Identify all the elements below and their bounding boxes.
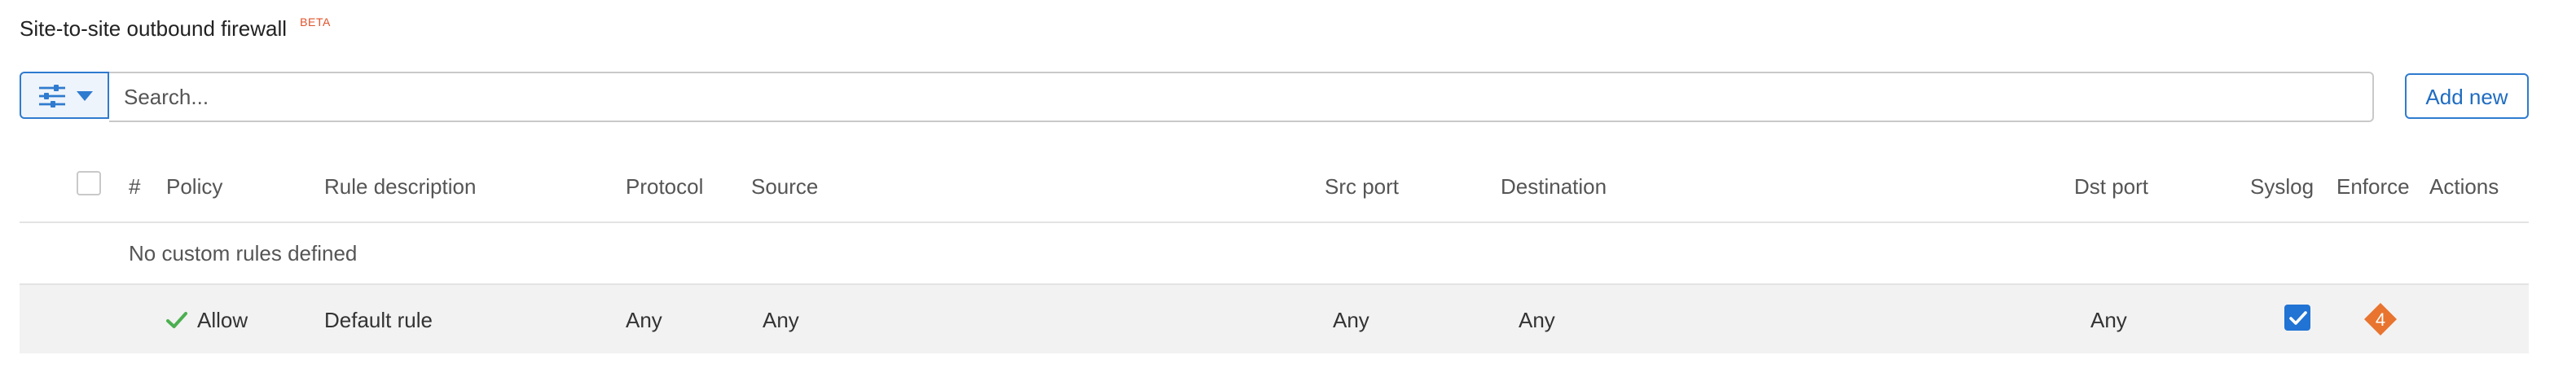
rules-table: # Policy Rule description Protocol Sourc… [20,156,2529,353]
enforce-count: 4 [2376,309,2385,330]
page-title: Site-to-site outbound firewall [20,16,288,41]
search-input[interactable] [109,72,2374,122]
destination-cell: Any [1519,308,1555,332]
enforce-badge-icon[interactable]: 4 [2363,301,2398,337]
column-header-description[interactable]: Rule description [324,174,476,199]
empty-state-row: No custom rules defined [20,223,2529,285]
table-header-row: # Policy Rule description Protocol Sourc… [20,156,2529,223]
beta-badge: BETA [300,18,331,29]
checkmark-icon [2288,310,2306,324]
description-cell: Default rule [324,308,433,332]
column-header-source[interactable]: Source [751,174,818,199]
firewall-page: Site-to-site outbound firewall BETA Add … [0,0,2576,386]
default-rule-row[interactable]: Allow Default rule Any Any Any Any Any 4 [20,285,2529,353]
dst-port-cell: Any [2090,308,2127,332]
sliders-icon [38,84,64,107]
src-port-cell: Any [1333,308,1369,332]
source-cell: Any [763,308,799,332]
check-icon [166,312,187,328]
chevron-down-icon [76,90,92,100]
protocol-cell: Any [626,308,662,332]
column-header-destination[interactable]: Destination [1501,174,1607,199]
title-row: Site-to-site outbound firewall BETA [20,16,331,41]
column-header-protocol[interactable]: Protocol [626,174,703,199]
empty-state-message: No custom rules defined [129,241,358,265]
policy-cell: Allow [166,308,248,332]
column-header-dst-port[interactable]: Dst port [2074,174,2148,199]
column-header-enforce: Enforce [2336,174,2410,199]
select-all-checkbox[interactable] [77,171,101,195]
column-header-number: # [129,174,141,199]
column-header-syslog: Syslog [2250,174,2314,199]
add-new-button[interactable]: Add new [2405,73,2529,119]
syslog-checkbox[interactable] [2284,305,2310,331]
column-header-src-port[interactable]: Src port [1325,174,1399,199]
policy-label: Allow [197,308,248,332]
column-header-actions: Actions [2429,174,2499,199]
column-header-policy[interactable]: Policy [166,174,222,199]
filter-dropdown-button[interactable] [20,72,109,119]
